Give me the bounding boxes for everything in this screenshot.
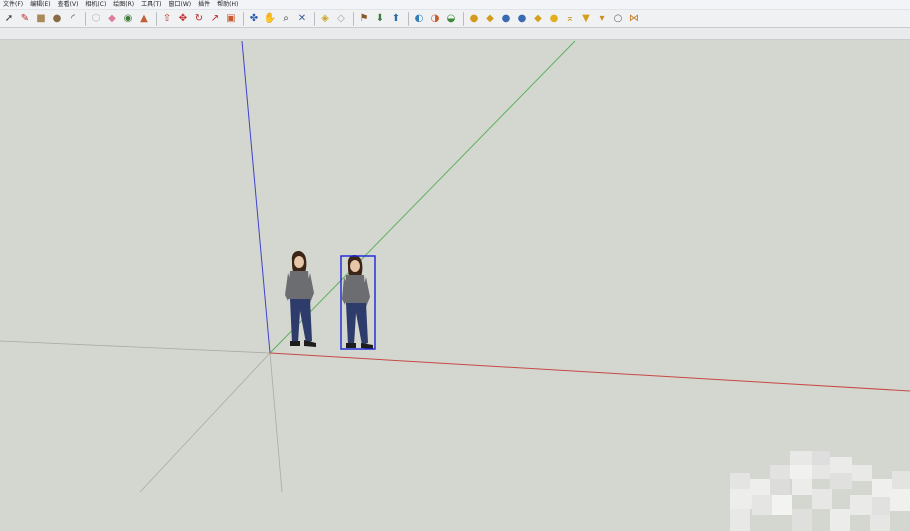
next-view-icon[interactable]: ◇ (334, 12, 348, 26)
mosaic-block (812, 489, 832, 509)
sandbox-from-scratch-icon[interactable]: ◆ (483, 12, 497, 26)
paint-bucket-icon[interactable]: ▲ (137, 12, 151, 26)
toolbar-separator (408, 11, 409, 26)
mosaic-block (750, 479, 770, 495)
main-toolbar: ➚ ✎ ■ ● ◜ ⬡ ◆ ◉ ▲ ⇧ ✥ ↻ ↗ ▣ ✤ ✋ ⌕ ✕ ◈ ◇ ⚑ ⬇ ⬆ ◐ ◑ ◒ ● ◆ ● ● ◆ ● ⌅ ▼ ▾ ○ ⋈ (0, 10, 910, 28)
green-axis-ghost (139, 352, 271, 492)
watermark-mosaic (730, 449, 910, 531)
mosaic-block (812, 451, 830, 465)
menu-view[interactable]: 查看(V) (58, 0, 79, 10)
zoom-extents-icon[interactable]: ✕ (295, 12, 309, 26)
orbit-icon[interactable]: ✤ (247, 12, 261, 26)
get-photo-texture-icon[interactable]: ◐ (412, 12, 426, 26)
toolbar-separator (314, 11, 315, 26)
rotate-icon[interactable]: ↻ (192, 12, 206, 26)
menu-file[interactable]: 文件(F) (3, 0, 23, 10)
zoom-icon[interactable]: ⌕ (279, 12, 293, 26)
flip-edge-icon[interactable]: ⌅ (563, 12, 577, 26)
stamp-icon[interactable]: ● (515, 12, 529, 26)
toolbar-separator (156, 11, 157, 26)
mosaic-block (850, 495, 872, 515)
share-model-icon[interactable]: ⬆ (389, 12, 403, 26)
mosaic-block (870, 515, 890, 531)
mosaic-block (790, 465, 812, 479)
toolbar-separator (85, 11, 86, 26)
tape-measure-icon[interactable]: ◉ (121, 12, 135, 26)
blue-axis (241, 40, 271, 354)
add-detail-icon[interactable]: ● (547, 12, 561, 26)
section-plane-icon[interactable]: ⋈ (627, 12, 641, 26)
blue-axis-ghost (269, 352, 283, 492)
eraser-icon[interactable]: ◆ (105, 12, 119, 26)
toolbar-separator (243, 11, 244, 26)
mosaic-block (730, 473, 750, 489)
layout-icon[interactable]: ◒ (444, 12, 458, 26)
extension-warehouse-icon[interactable]: ◑ (428, 12, 442, 26)
push-pull-icon[interactable]: ⇧ (160, 12, 174, 26)
mosaic-block (830, 457, 852, 473)
mosaic-block (770, 479, 790, 495)
scene-canvas[interactable] (0, 39, 910, 492)
pencil-line-icon[interactable]: ✎ (18, 12, 32, 26)
menu-plugins[interactable]: 插件 (198, 0, 210, 10)
previous-view-icon[interactable]: ◈ (318, 12, 332, 26)
menu-tools[interactable]: 工具(T) (141, 0, 161, 10)
mosaic-block (792, 509, 812, 531)
get-models-icon[interactable]: ⬇ (373, 12, 387, 26)
circle-icon[interactable]: ● (50, 12, 64, 26)
select-arrow-icon[interactable]: ➚ (2, 12, 16, 26)
mosaic-block (730, 489, 752, 509)
mosaic-block (792, 479, 812, 495)
move-icon[interactable]: ✥ (176, 12, 190, 26)
follow-me-icon[interactable]: ↗ (208, 12, 222, 26)
mosaic-block (872, 497, 890, 515)
menu-camera[interactable]: 相机(C) (85, 0, 106, 10)
menu-help[interactable]: 帮助(H) (217, 0, 238, 10)
shoes (290, 340, 316, 347)
offset-icon[interactable]: ▣ (224, 12, 238, 26)
face (294, 256, 304, 268)
sandbox-from-contours-icon[interactable]: ● (467, 12, 481, 26)
modeling-viewport[interactable] (0, 39, 910, 531)
legs (346, 303, 368, 345)
drape-icon[interactable]: ◆ (531, 12, 545, 26)
look-around-icon[interactable]: ○ (611, 12, 625, 26)
mosaic-block (872, 479, 892, 497)
rectangle-icon[interactable]: ■ (34, 12, 48, 26)
arc-icon[interactable]: ◜ (66, 12, 80, 26)
shoes (346, 343, 373, 349)
menu-edit[interactable]: 编辑(E) (30, 0, 50, 10)
smoove-icon[interactable]: ● (499, 12, 513, 26)
mosaic-block (892, 471, 910, 489)
position-camera-icon[interactable]: ▼ (579, 12, 593, 26)
mosaic-block (772, 495, 792, 515)
mosaic-block (830, 509, 850, 531)
mosaic-block (790, 451, 812, 465)
red-axis-ghost (0, 340, 271, 354)
toolbar-separator (463, 11, 464, 26)
mosaic-block (890, 489, 910, 511)
pan-icon[interactable]: ✋ (263, 12, 277, 26)
mosaic-block (752, 495, 772, 515)
menu-draw[interactable]: 绘图(R) (113, 0, 134, 10)
torso (288, 271, 310, 299)
walk-icon[interactable]: ▾ (595, 12, 609, 26)
torso (344, 275, 366, 303)
red-axis (269, 352, 910, 392)
toolbar-separator (353, 11, 354, 26)
mosaic-block (852, 465, 872, 481)
menu-window[interactable]: 窗口(W) (169, 0, 192, 10)
make-component-icon[interactable]: ⬡ (89, 12, 103, 26)
mosaic-block (730, 509, 750, 531)
mosaic-block (830, 473, 852, 489)
mosaic-block (812, 465, 830, 479)
add-location-icon[interactable]: ⚑ (357, 12, 371, 26)
face (350, 260, 360, 272)
person-figure-copy[interactable] (342, 254, 373, 349)
menu-bar: 文件(F) 编辑(E) 查看(V) 相机(C) 绘图(R) 工具(T) 窗口(W) 插件 帮助(… (0, 0, 910, 10)
green-axis (269, 40, 576, 354)
mosaic-block (770, 465, 790, 479)
